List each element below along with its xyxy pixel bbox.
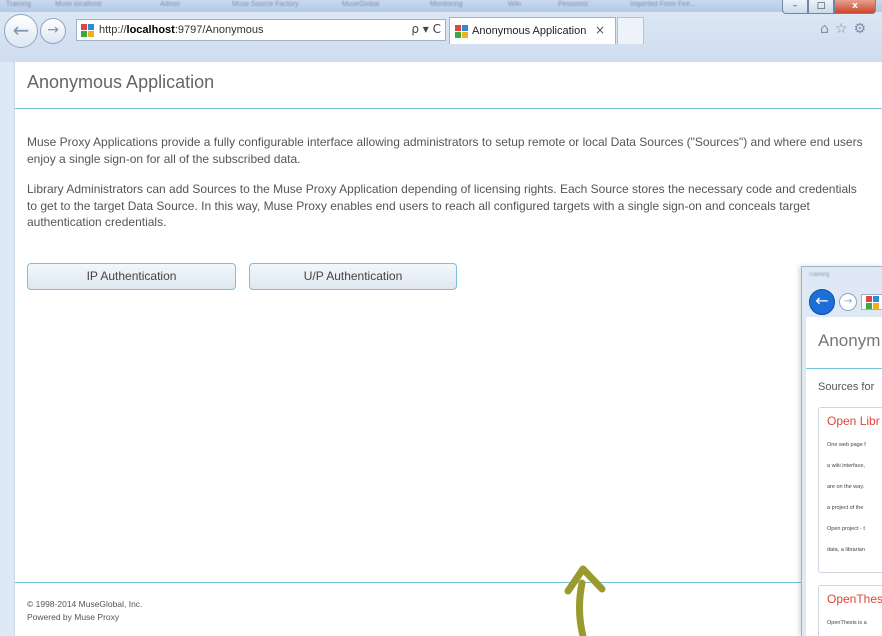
tab-close-icon[interactable]: × [595, 23, 605, 37]
new-tab-button[interactable] [617, 17, 644, 44]
overlay-window-snapshot: Training ← → Anonym Sources for Open Lib… [801, 266, 882, 636]
overlay-page: Anonym Sources for Open Libr One web pag… [806, 317, 882, 636]
favorite-item[interactable]: Admin [160, 1, 180, 10]
source-card-text: OpenThesis is a [827, 620, 867, 626]
ip-authentication-button[interactable]: IP Authentication [27, 263, 236, 290]
overlay-page-title: Anonym [818, 331, 881, 350]
tab-title: Anonymous Application [472, 25, 587, 37]
forward-button[interactable]: → [40, 18, 66, 44]
address-bar[interactable]: http://localhost:9797/Anonymous ρ ▾ C [76, 19, 446, 41]
source-card-text: are on the way. [827, 484, 865, 490]
close-window-button[interactable]: x [834, 0, 876, 14]
favorite-item[interactable]: MuseGlobal [342, 1, 379, 10]
browser-tools: ⌂☆⚙ [820, 21, 872, 37]
page-footer: © 1998-2014 MuseGlobal, Inc. Powered by … [27, 598, 142, 624]
minimize-button[interactable]: – [782, 0, 808, 14]
overlay-back-button[interactable]: ← [809, 289, 835, 315]
favorite-item[interactable]: Pessimist [558, 1, 588, 10]
arrow-head [564, 565, 606, 595]
page-viewport: Anonymous Application Muse Proxy Applica… [14, 62, 882, 636]
favorite-item[interactable]: Wiki [508, 1, 521, 10]
favorite-item[interactable]: Imported From Fire... [630, 1, 696, 10]
favorites-star-icon[interactable]: ☆ [835, 21, 854, 37]
source-card[interactable]: OpenThes OpenThesis is a [818, 585, 882, 636]
footer-powered-by: Powered by Muse Proxy [27, 612, 120, 622]
favorite-item[interactable]: Muse localhost [55, 1, 102, 10]
source-card[interactable]: Open Libr One web page f a wiki interfac… [818, 407, 882, 573]
intro-paragraph: Muse Proxy Applications provide a fully … [27, 135, 863, 166]
source-card-title[interactable]: Open Libr [827, 414, 880, 428]
footer-copyright: © 1998-2014 MuseGlobal, Inc. [27, 599, 143, 609]
home-icon[interactable]: ⌂ [820, 21, 835, 37]
source-card-text: Open project - t [827, 526, 865, 532]
description-paragraph: Library Administrators can add Sources t… [27, 182, 857, 229]
up-authentication-button[interactable]: U/P Authentication [249, 263, 457, 290]
pointer-arrow-icon [564, 565, 606, 636]
page-title: Anonymous Application [27, 72, 215, 92]
back-arrow-icon: ← [815, 291, 829, 310]
back-arrow-icon: ← [12, 18, 30, 42]
window-controls: – □ x [782, 0, 876, 14]
forward-arrow-icon: → [47, 22, 59, 38]
forward-arrow-icon: → [843, 296, 853, 307]
overlay-window-title: Training [808, 272, 830, 278]
browser-navbar: ← → http://localhost:9797/Anonymous ρ ▾ … [0, 12, 882, 62]
source-card-text: a project of the [827, 505, 864, 511]
overlay-forward-button[interactable]: → [839, 293, 857, 311]
favorite-item[interactable]: Monitoring [430, 1, 463, 10]
overlay-divider [806, 368, 882, 369]
search-refresh-icon[interactable]: ρ ▾ C [411, 22, 441, 36]
header-divider [15, 108, 882, 109]
tab-favicon-icon [455, 25, 468, 38]
settings-gear-icon[interactable]: ⚙ [853, 21, 872, 37]
footer-divider [15, 582, 882, 583]
source-card-text: One web page f [827, 442, 866, 448]
window-titlebar: Training Muse localhost Admin Muse Sourc… [0, 0, 882, 12]
site-favicon-icon [866, 296, 879, 309]
arrow-shaft [576, 579, 587, 636]
tab-anonymous-application[interactable]: Anonymous Application × [449, 17, 616, 44]
source-card-title[interactable]: OpenThes [827, 592, 882, 606]
site-favicon-icon [81, 24, 94, 37]
url-text[interactable]: http://localhost:9797/Anonymous [99, 24, 264, 36]
favorite-item[interactable]: Muse Source Factory [232, 1, 299, 10]
overlay-sources-label: Sources for [818, 381, 875, 393]
source-card-text: a wiki interface, [827, 463, 865, 469]
back-button[interactable]: ← [4, 14, 38, 48]
maximize-button[interactable]: □ [808, 0, 834, 14]
favorite-item[interactable]: Training [6, 1, 31, 10]
overlay-address-bar[interactable] [861, 294, 882, 310]
source-card-text: data, a librarian [827, 547, 865, 553]
